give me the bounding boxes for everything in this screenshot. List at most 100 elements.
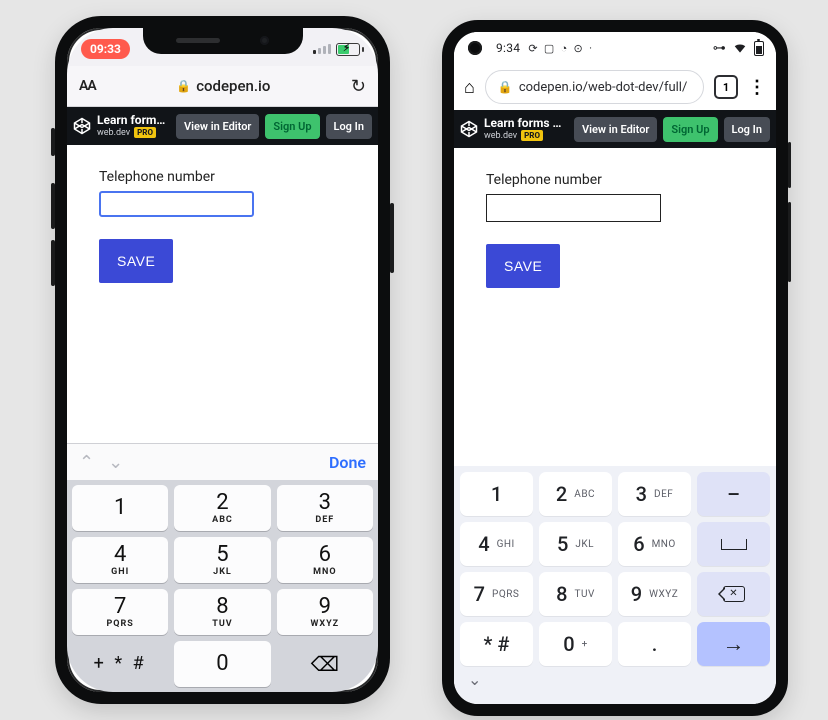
iphone-volume-down [51, 240, 55, 286]
android-status-time: 9:34 [496, 41, 520, 55]
save-button[interactable]: SAVE [99, 239, 173, 283]
keypad-key-8[interactable]: 8TUV [539, 572, 612, 616]
keypad-key-dash[interactable]: – [697, 472, 770, 516]
location-icon: ⊙ [574, 42, 584, 55]
page-content: Telephone number SAVE [454, 148, 776, 466]
backspace-icon: ✕ [723, 586, 745, 602]
clock-icon: ◔ [561, 42, 568, 55]
cellular-signal-icon [313, 44, 331, 54]
codepen-title[interactable]: Learn forms – virt… [97, 114, 170, 128]
pixel-volume-rocker [788, 202, 791, 282]
more-notifs-icon: · [589, 42, 592, 55]
pixel-device-frame: 9:34 ⟳ ▢ ◔ ⊙ · ⊶ ⌂ [442, 20, 788, 716]
iphone-mute-switch [51, 128, 55, 156]
keypad-key-9[interactable]: 9WXYZ [277, 589, 373, 635]
sync-icon: ⟳ [528, 42, 538, 55]
iphone-volume-up [51, 183, 55, 229]
iphone-device-frame: 09:33 ⚡︎ AA 🔒 codepen.io ↻ [55, 16, 390, 704]
spacebar-icon [721, 539, 747, 550]
keypad-key-3[interactable]: 3DEF [618, 472, 691, 516]
keypad-key-5[interactable]: 5JKL [174, 537, 270, 583]
codepen-header: Learn forms – virt… web.dev PRO View in … [454, 110, 776, 148]
chrome-address-pill[interactable]: 🔒 codepen.io/web-dot-dev/full/ [485, 70, 704, 104]
keypad-key-symbols[interactable]: + * # [72, 641, 168, 687]
keypad-key-5[interactable]: 5JKL [539, 522, 612, 566]
android-number-pad: 12ABC3DEF– 4GHI5JKL6MNO 7PQRS8TUV9WXYZ ✕ * #… [454, 466, 776, 668]
lock-icon: 🔒 [498, 80, 513, 94]
pixel-punch-hole-camera-icon [468, 41, 482, 55]
home-icon[interactable]: ⌂ [464, 77, 475, 98]
next-field-arrow-icon[interactable]: ⌄ [108, 452, 123, 473]
keypad-key-3[interactable]: 3DEF [277, 485, 373, 531]
login-button[interactable]: Log In [724, 117, 770, 142]
keypad-key-4[interactable]: 4GHI [460, 522, 533, 566]
keypad-key-1[interactable]: 1 [460, 472, 533, 516]
save-button[interactable]: SAVE [486, 244, 560, 288]
iphone-side-button [390, 203, 394, 273]
keypad-key-7[interactable]: 7PQRS [72, 589, 168, 635]
iphone-speaker [176, 38, 220, 43]
keypad-key-4[interactable]: 4GHI [72, 537, 168, 583]
codepen-title[interactable]: Learn forms – virt… [484, 117, 568, 131]
view-in-editor-button[interactable]: View in Editor [176, 114, 259, 139]
android-keyboard-footer: ⌄ [454, 668, 776, 704]
keypad-key-1[interactable]: 1 [72, 485, 168, 531]
vpn-key-icon: ⊶ [713, 41, 726, 56]
safari-address[interactable]: 🔒 codepen.io [176, 77, 270, 95]
reader-text-size-button[interactable]: AA [79, 78, 96, 94]
keypad-key-enter[interactable]: → [697, 622, 770, 666]
android-status-bar: 9:34 ⟳ ▢ ◔ ⊙ · ⊶ [454, 32, 776, 64]
keypad-key-backspace[interactable]: ⌫ [277, 641, 373, 687]
reload-icon[interactable]: ↻ [351, 76, 366, 97]
app-icon: ▢ [544, 42, 555, 55]
codepen-author[interactable]: web.dev [484, 131, 517, 141]
keyboard-done-button[interactable]: Done [329, 453, 366, 472]
chrome-url: codepen.io/web-dot-dev/full/ [519, 80, 688, 95]
codepen-logo-icon [73, 117, 91, 135]
ios-keyboard-accessory: ⌃ ⌄ Done [67, 443, 378, 480]
keypad-key-0[interactable]: 0+ [539, 622, 612, 666]
prev-field-arrow-icon[interactable]: ⌃ [79, 452, 94, 473]
keypad-key-6[interactable]: 6MNO [277, 537, 373, 583]
keypad-key-6[interactable]: 6MNO [618, 522, 691, 566]
safari-domain: codepen.io [196, 77, 270, 95]
collapse-keyboard-icon[interactable]: ⌄ [468, 670, 481, 689]
android-status-notif-icons: ⟳ ▢ ◔ ⊙ · [528, 42, 592, 55]
keypad-key-0[interactable]: 0 [174, 641, 270, 687]
signup-button[interactable]: Sign Up [663, 117, 717, 142]
keypad-key-space[interactable] [697, 522, 770, 566]
arrow-right-icon: → [723, 631, 745, 657]
keypad-key-2[interactable]: 2ABC [174, 485, 270, 531]
keypad-key-backspace[interactable]: ✕ [697, 572, 770, 616]
keypad-key-7[interactable]: 7PQRS [460, 572, 533, 616]
telephone-label: Telephone number [486, 172, 602, 188]
login-button[interactable]: Log In [326, 114, 372, 139]
pro-badge: PRO [134, 127, 156, 138]
keypad-key-9[interactable]: 9WXYZ [618, 572, 691, 616]
ios-recording-time-pill[interactable]: 09:33 [81, 39, 130, 59]
view-in-editor-button[interactable]: View in Editor [574, 117, 657, 142]
keypad-key-8[interactable]: 8TUV [174, 589, 270, 635]
pro-badge: PRO [521, 130, 543, 141]
chrome-more-icon[interactable]: ⋮ [748, 77, 766, 98]
tabs-count-button[interactable]: 1 [714, 75, 738, 99]
codepen-logo-icon [460, 120, 478, 138]
keypad-key-[interactable]: . [618, 622, 691, 666]
battery-icon: ⚡︎ [336, 43, 364, 56]
keypad-key-[interactable]: * # [460, 622, 533, 666]
telephone-label: Telephone number [99, 169, 215, 185]
signup-button[interactable]: Sign Up [265, 114, 319, 139]
pixel-power-button [788, 142, 791, 188]
telephone-input[interactable] [486, 194, 661, 222]
page-content: Telephone number SAVE [67, 145, 378, 443]
iphone-notch [143, 26, 303, 54]
keypad-key-2[interactable]: 2ABC [539, 472, 612, 516]
codepen-author[interactable]: web.dev [97, 128, 130, 138]
ios-number-pad: 1 2ABC 3DEF 4GHI 5JKL 6MNO 7PQRS 8TUV 9W… [67, 480, 378, 692]
iphone-front-camera [260, 36, 269, 45]
battery-icon [754, 41, 764, 56]
backspace-icon: ⌫ [311, 652, 339, 676]
chrome-omnibox-row: ⌂ 🔒 codepen.io/web-dot-dev/full/ 1 ⋮ [454, 64, 776, 110]
codepen-header: Learn forms – virt… web.dev PRO View in … [67, 107, 378, 145]
telephone-input[interactable] [99, 191, 254, 217]
